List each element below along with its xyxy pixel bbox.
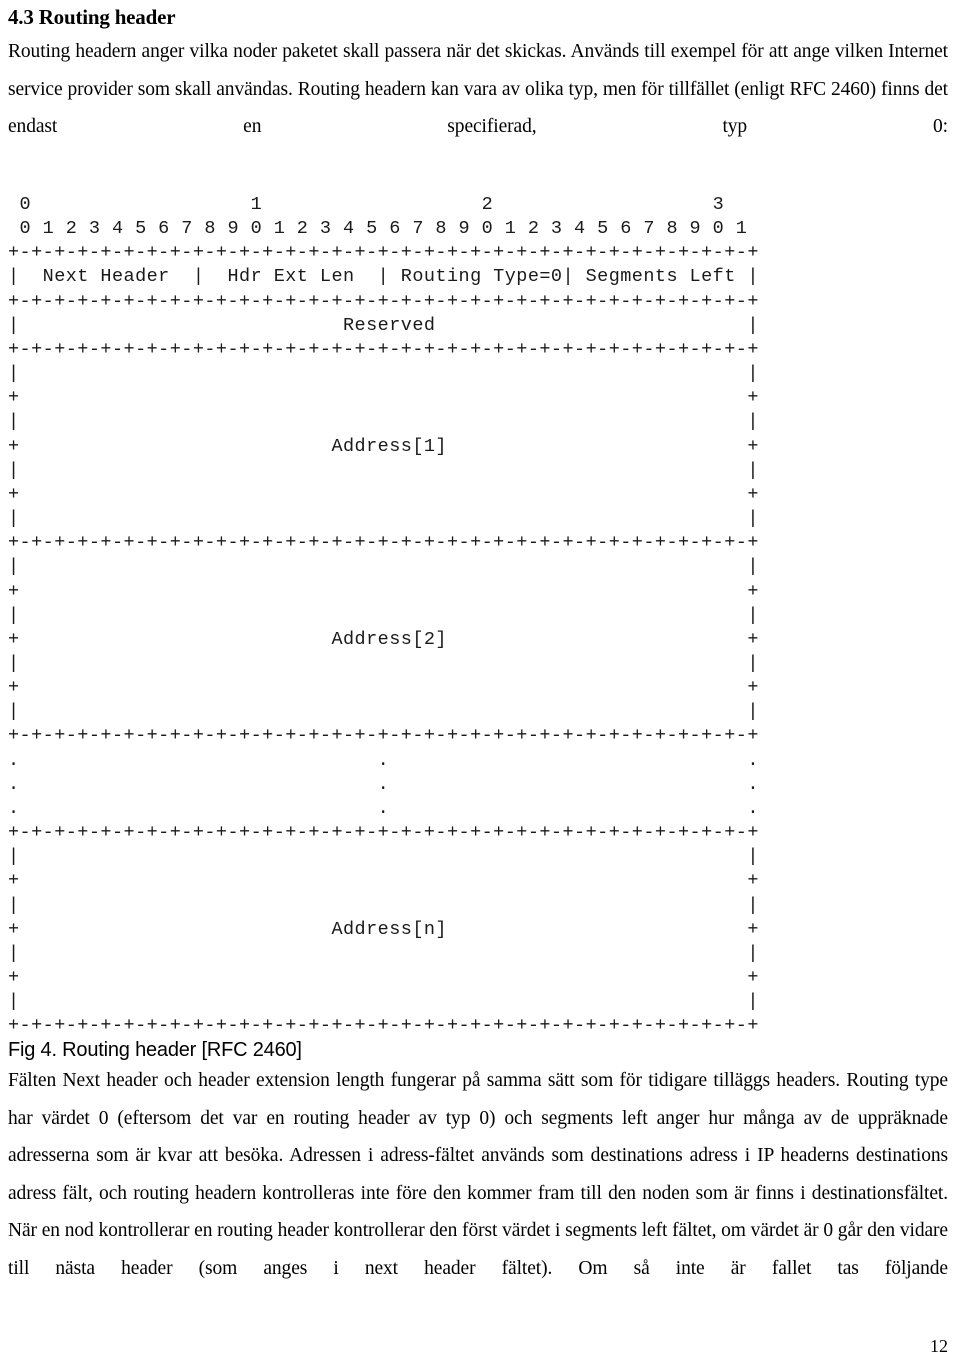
ascii-packet-diagram: 0 1 2 3 0 1 2 3 4 5 6 7 8 9 0 1 2 3 4 5 … [8,194,759,1037]
intro-paragraph: Routing headern anger vilka noder pakete… [8,41,948,137]
routing-header-figure: 0 1 2 3 0 1 2 3 4 5 6 7 8 9 0 1 2 3 4 5 … [8,193,948,1062]
page-content: 4.3 Routing header Routing headern anger… [8,4,948,1325]
document-page: 4.3 Routing header Routing headern anger… [0,0,960,1362]
figure-caption: Fig 4. Routing header [RFC 2460] [8,1039,302,1062]
page-title: 4.3 Routing header [8,5,176,29]
page-number: 12 [930,1336,948,1356]
body-paragraph-1: Fälten Next header och header extension … [8,1070,948,1279]
